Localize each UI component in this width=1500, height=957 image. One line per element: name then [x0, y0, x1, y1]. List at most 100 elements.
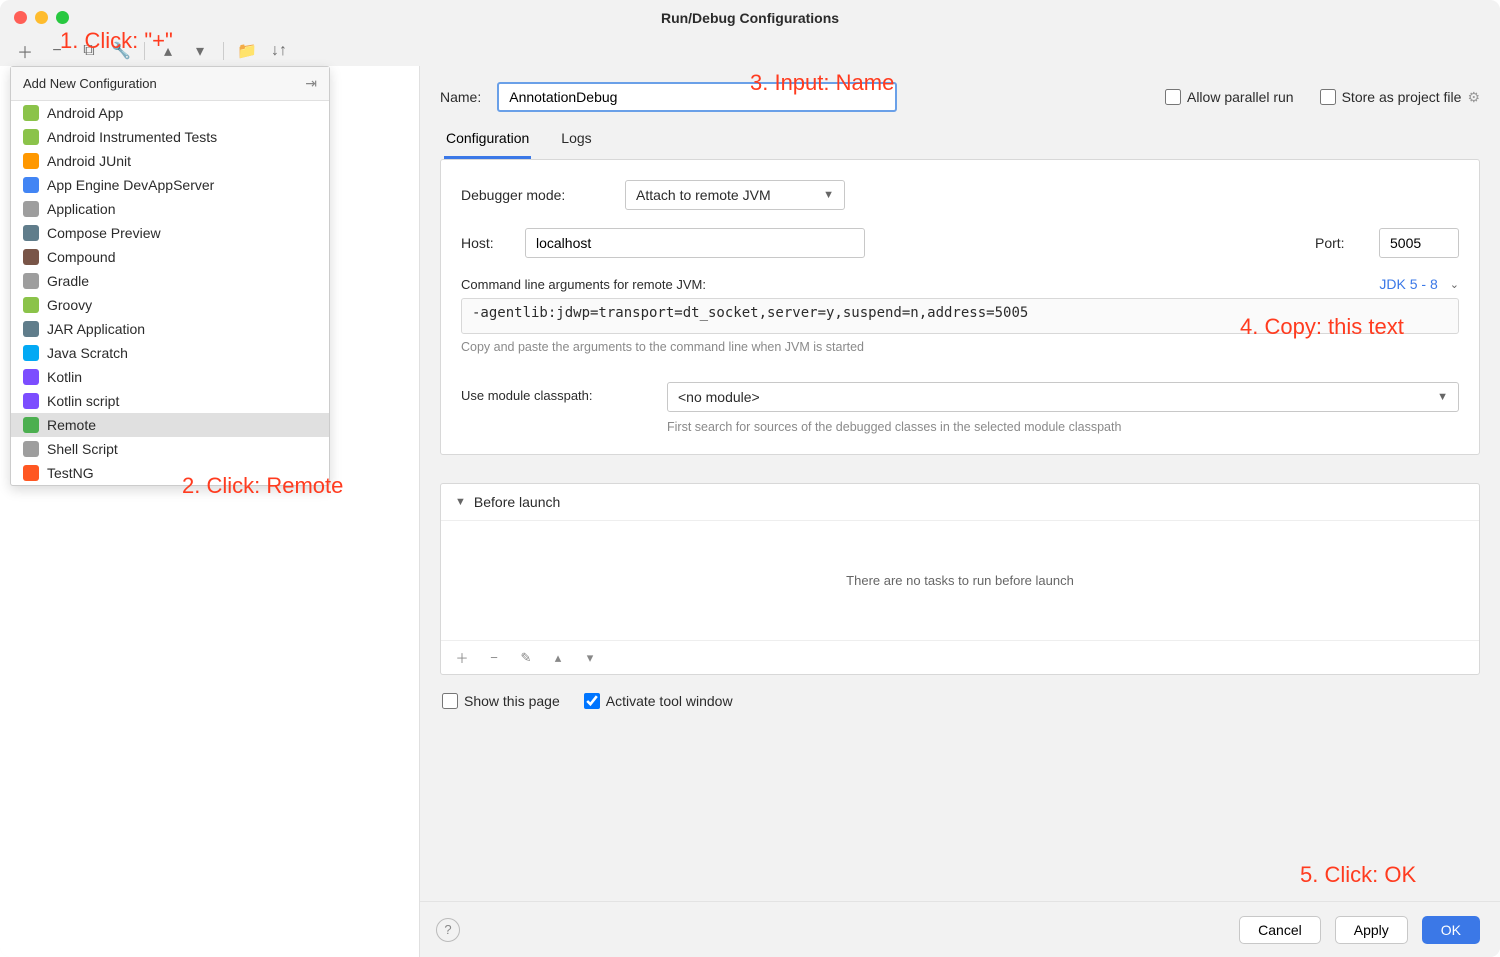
port-input[interactable] — [1379, 228, 1459, 258]
debugger-mode-value: Attach to remote JVM — [636, 187, 771, 203]
store-project-checkbox[interactable]: Store as project file ⚙ — [1320, 89, 1480, 106]
move-down-button[interactable]: ▾ — [191, 42, 209, 60]
config-type-compose-preview[interactable]: Compose Preview — [11, 221, 329, 245]
config-type-android-junit[interactable]: Android JUnit — [11, 149, 329, 173]
dialog-window: Run/Debug Configurations ＋ − ⧉ 🔧 ▴ ▾ 📁 ↓… — [0, 0, 1500, 957]
config-type-icon — [23, 273, 39, 289]
config-type-jar-application[interactable]: JAR Application — [11, 317, 329, 341]
tab-logs[interactable]: Logs — [559, 120, 593, 159]
config-type-groovy[interactable]: Groovy — [11, 293, 329, 317]
config-type-java-scratch[interactable]: Java Scratch — [11, 341, 329, 365]
jdk-label: JDK 5 - 8 — [1379, 276, 1437, 292]
config-type-icon — [23, 129, 39, 145]
caret-down-icon: ▼ — [455, 496, 466, 508]
show-page-input[interactable] — [442, 693, 458, 709]
sort-button[interactable]: ↓↑ — [270, 42, 288, 60]
config-type-android-app[interactable]: Android App — [11, 101, 329, 125]
add-task-button[interactable]: ＋ — [453, 648, 471, 667]
allow-parallel-input[interactable] — [1165, 89, 1181, 105]
debugger-mode-select[interactable]: Attach to remote JVM ▼ — [625, 180, 845, 210]
minimize-window-button[interactable] — [35, 11, 48, 24]
config-type-icon — [23, 105, 39, 121]
config-type-remote[interactable]: Remote — [11, 413, 329, 437]
move-task-down-button[interactable]: ▾ — [581, 650, 599, 666]
close-window-button[interactable] — [14, 11, 27, 24]
name-flags: Allow parallel run Store as project file… — [1165, 89, 1480, 106]
config-type-icon — [23, 441, 39, 457]
window-controls — [14, 11, 69, 24]
chevron-down-icon: ▼ — [823, 189, 834, 201]
collapse-icon[interactable]: ⇥ — [305, 75, 317, 92]
config-type-testng[interactable]: TestNG — [11, 461, 329, 485]
edit-defaults-button[interactable]: 🔧 — [112, 42, 130, 60]
config-type-label: Gradle — [47, 273, 89, 289]
activate-window-input[interactable] — [584, 693, 600, 709]
config-type-label: App Engine DevAppServer — [47, 177, 214, 193]
name-label: Name: — [440, 89, 481, 105]
show-page-checkbox[interactable]: Show this page — [442, 693, 560, 709]
config-type-icon — [23, 249, 39, 265]
before-launch-panel: ▼ Before launch There are no tasks to ru… — [440, 483, 1480, 675]
config-type-app-engine-devappserver[interactable]: App Engine DevAppServer — [11, 173, 329, 197]
config-type-application[interactable]: Application — [11, 197, 329, 221]
configuration-panel: Debugger mode: Attach to remote JVM ▼ Ho… — [440, 159, 1480, 455]
config-type-gradle[interactable]: Gradle — [11, 269, 329, 293]
config-type-icon — [23, 201, 39, 217]
apply-button[interactable]: Apply — [1335, 916, 1408, 944]
allow-parallel-checkbox[interactable]: Allow parallel run — [1165, 89, 1294, 105]
port-label: Port: — [1315, 235, 1365, 251]
config-type-label: TestNG — [47, 465, 94, 481]
config-type-label: Compound — [47, 249, 116, 265]
maximize-window-button[interactable] — [56, 11, 69, 24]
tabs: Configuration Logs — [420, 120, 1500, 159]
chevron-down-icon: ▼ — [1437, 391, 1448, 403]
store-project-label: Store as project file — [1342, 89, 1462, 105]
config-type-kotlin-script[interactable]: Kotlin script — [11, 389, 329, 413]
config-type-icon — [23, 393, 39, 409]
ok-button[interactable]: OK — [1422, 916, 1480, 944]
config-type-icon — [23, 417, 39, 433]
cancel-button[interactable]: Cancel — [1239, 916, 1321, 944]
activate-window-label: Activate tool window — [606, 693, 733, 709]
config-type-icon — [23, 369, 39, 385]
before-launch-empty: There are no tasks to run before launch — [846, 573, 1074, 588]
move-task-up-button[interactable]: ▴ — [549, 650, 567, 666]
config-type-label: Java Scratch — [47, 345, 128, 361]
config-type-compound[interactable]: Compound — [11, 245, 329, 269]
add-config-button[interactable]: ＋ — [16, 42, 34, 60]
host-input[interactable] — [525, 228, 865, 258]
dropdown-title: Add New Configuration — [23, 76, 157, 91]
tab-configuration[interactable]: Configuration — [444, 120, 531, 159]
host-label: Host: — [461, 235, 511, 251]
module-classpath-select[interactable]: <no module> ▼ — [667, 382, 1459, 412]
config-type-label: JAR Application — [47, 321, 145, 337]
before-launch-body: There are no tasks to run before launch — [441, 520, 1479, 640]
config-toolbar: ＋ − ⧉ 🔧 ▴ ▾ 📁 ↓↑ — [0, 36, 1500, 66]
jdk-version-select[interactable]: JDK 5 - 8 ⌄ — [1379, 276, 1459, 292]
gear-icon[interactable]: ⚙ — [1467, 89, 1480, 106]
module-value: <no module> — [678, 389, 760, 405]
edit-task-button[interactable]: ✎ — [517, 650, 535, 666]
config-type-android-instrumented-tests[interactable]: Android Instrumented Tests — [11, 125, 329, 149]
before-launch-toolbar: ＋ − ✎ ▴ ▾ — [441, 640, 1479, 674]
config-type-kotlin[interactable]: Kotlin — [11, 365, 329, 389]
body: Add New Configuration ⇥ Android AppAndro… — [0, 66, 1500, 957]
config-type-label: Groovy — [47, 297, 92, 313]
right-column: Name: Allow parallel run Store as projec… — [420, 66, 1500, 957]
config-type-icon — [23, 321, 39, 337]
store-project-input[interactable] — [1320, 89, 1336, 105]
remove-config-button[interactable]: − — [48, 42, 66, 60]
debugger-mode-label: Debugger mode: — [461, 187, 611, 203]
config-type-label: Remote — [47, 417, 96, 433]
help-button[interactable]: ? — [436, 918, 460, 942]
copy-config-button[interactable]: ⧉ — [80, 42, 98, 60]
before-launch-header[interactable]: ▼ Before launch — [441, 484, 1479, 520]
remove-task-button[interactable]: − — [485, 650, 503, 665]
separator — [144, 42, 145, 60]
folder-button[interactable]: 📁 — [238, 42, 256, 60]
move-up-button[interactable]: ▴ — [159, 42, 177, 60]
config-type-shell-script[interactable]: Shell Script — [11, 437, 329, 461]
activate-window-checkbox[interactable]: Activate tool window — [584, 693, 733, 709]
name-input[interactable] — [497, 82, 897, 112]
cmdline-text[interactable]: -agentlib:jdwp=transport=dt_socket,serve… — [461, 298, 1459, 334]
